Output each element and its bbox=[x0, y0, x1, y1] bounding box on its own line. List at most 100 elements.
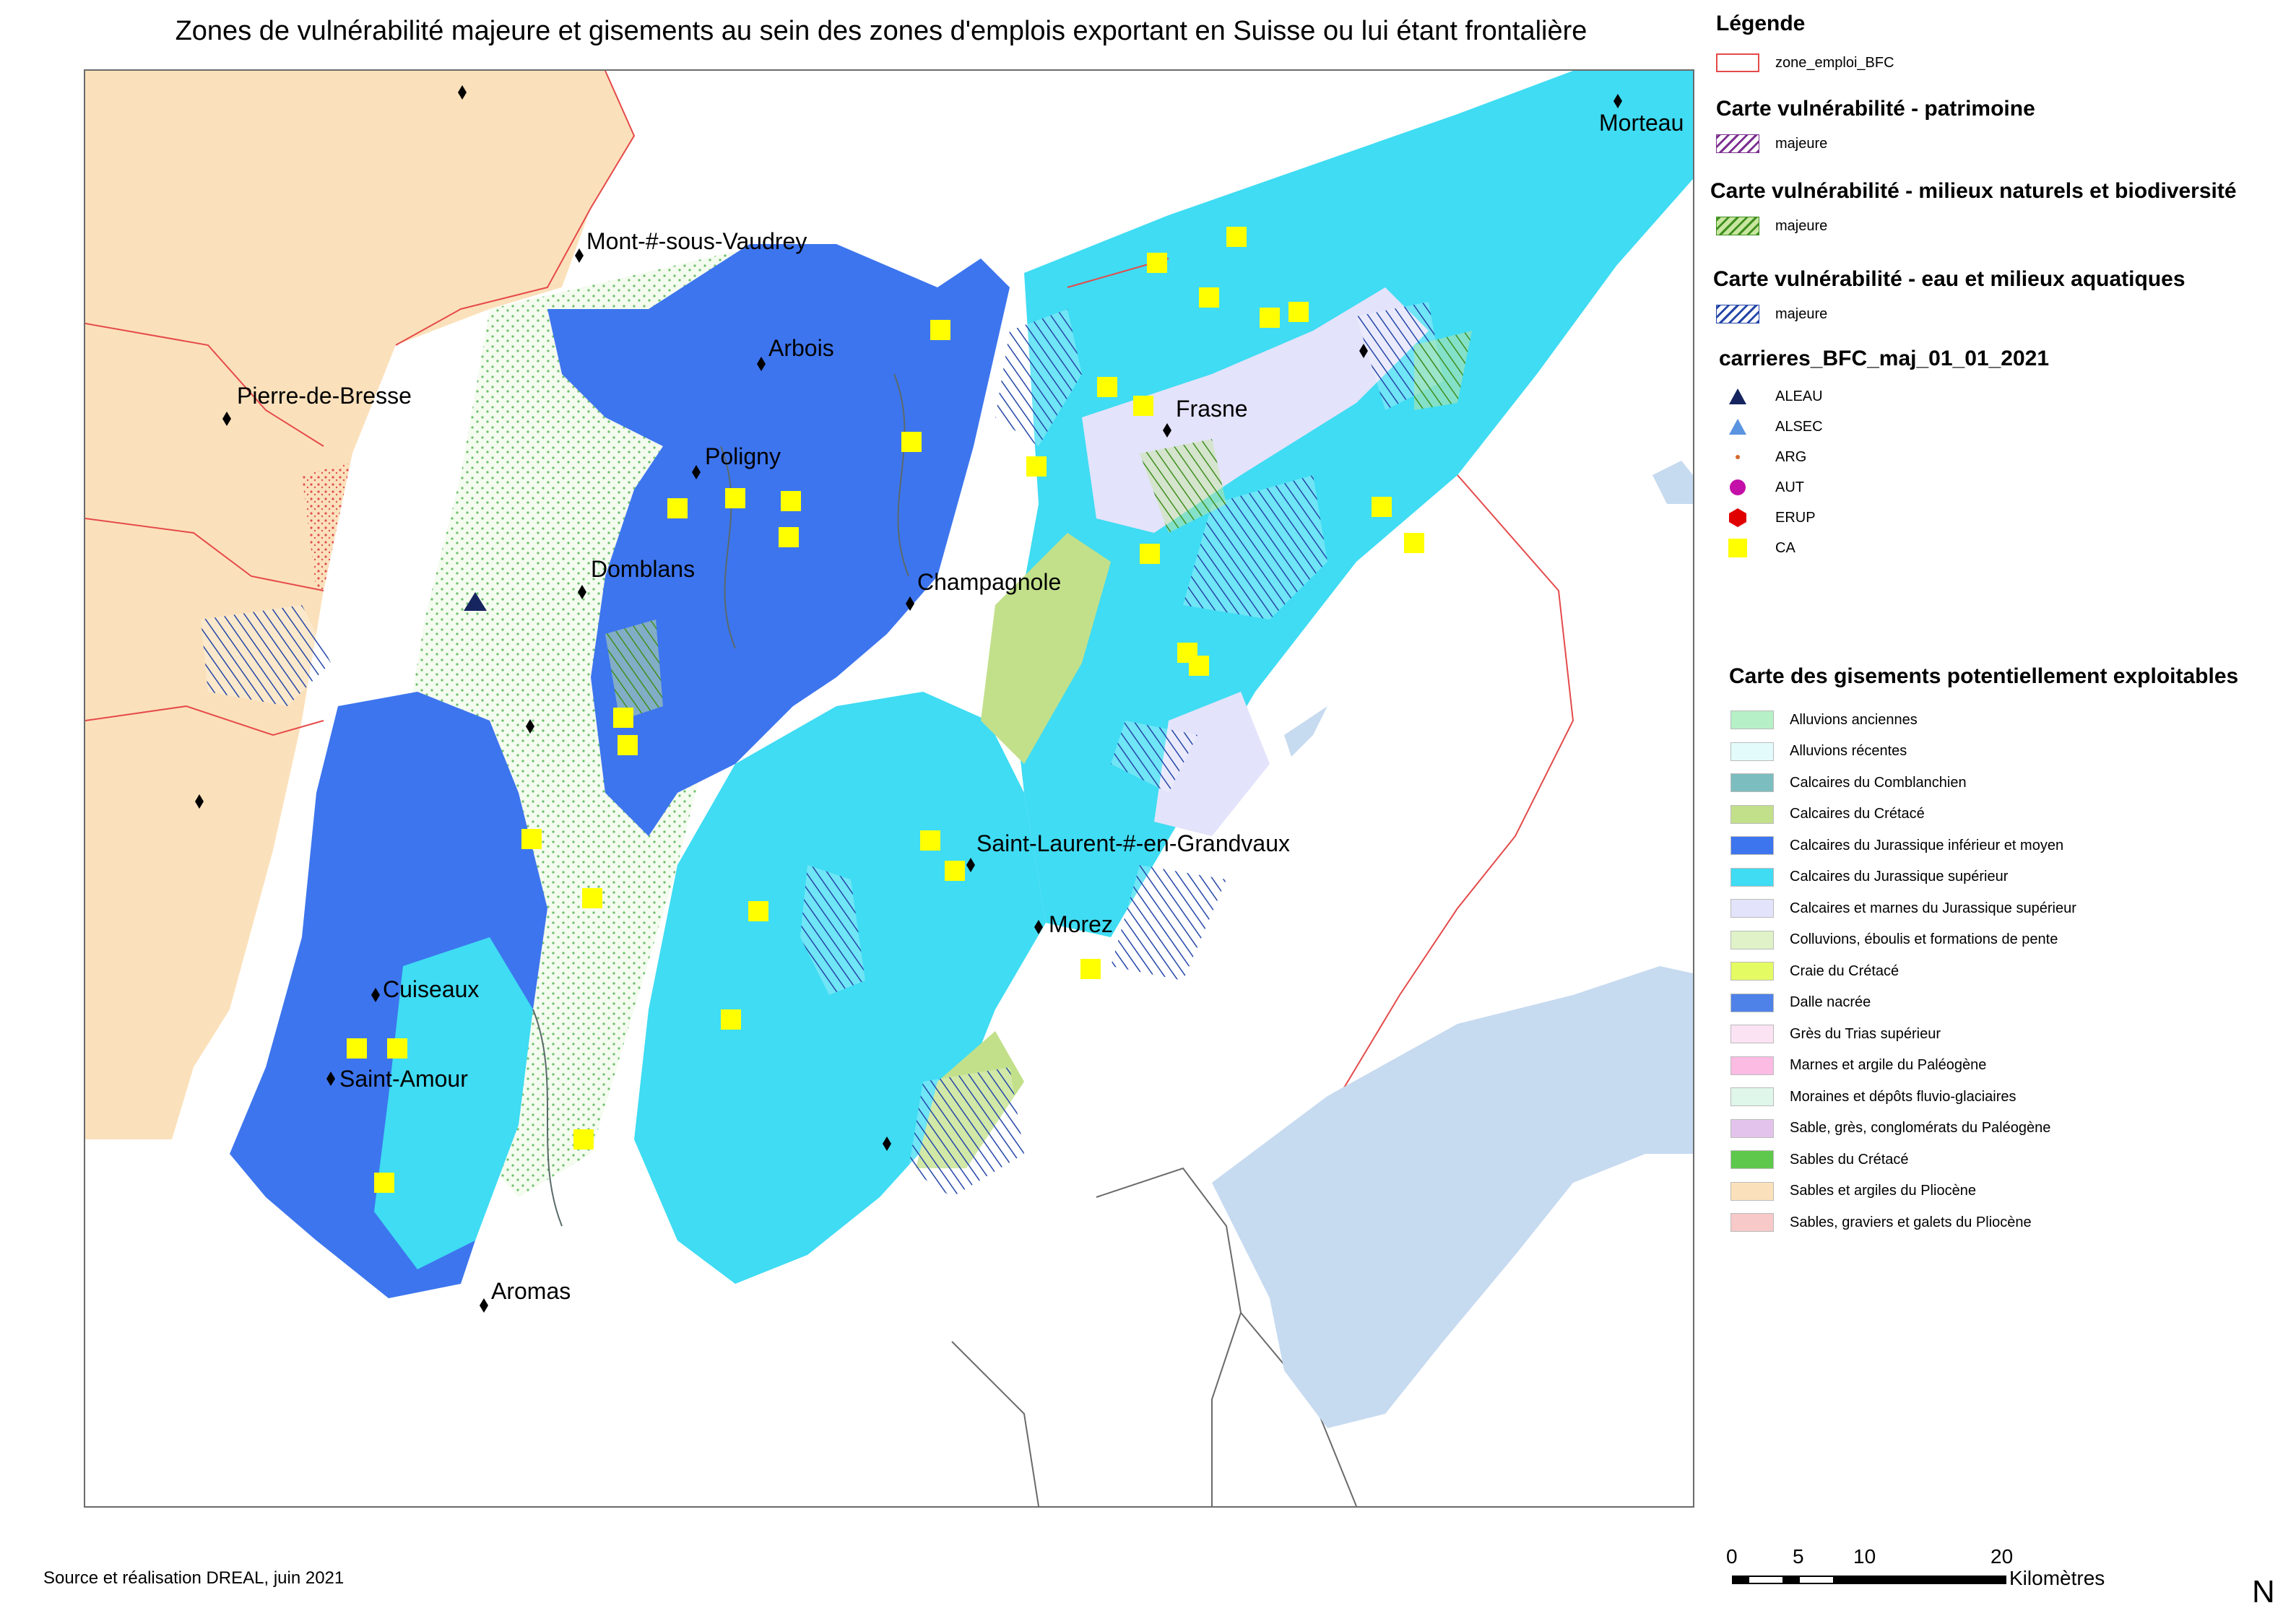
legend-label: Marnes et argile du Paléogène bbox=[1790, 1057, 1987, 1073]
map-frame[interactable]: Mont-#-sous-Vaudrey Pierre-de-Bresse Arb… bbox=[84, 69, 1694, 1508]
legend-item-gisement: Calcaires du Jurassique supérieur bbox=[1730, 867, 2009, 887]
legend-item-ca: CA bbox=[1716, 537, 1795, 559]
ca-quarry-marker bbox=[374, 1173, 394, 1193]
ca-quarry-marker bbox=[945, 861, 965, 881]
gisement-swatch bbox=[1730, 742, 1774, 761]
city-label: Domblans bbox=[591, 556, 696, 582]
ca-quarry-marker bbox=[387, 1038, 407, 1059]
legend-label: Moraines et dépôts fluvio-glaciaires bbox=[1790, 1088, 2016, 1105]
small-dot-icon bbox=[1716, 446, 1759, 468]
triangle-icon bbox=[1716, 416, 1759, 438]
hexagon-icon bbox=[1716, 507, 1759, 529]
ca-quarry-marker bbox=[1260, 308, 1280, 328]
gisement-swatch bbox=[1730, 710, 1774, 729]
ca-quarry-marker bbox=[930, 320, 950, 340]
map-canvas bbox=[85, 71, 1693, 1506]
ca-quarry-marker bbox=[1097, 377, 1117, 397]
city-label: Arbois bbox=[768, 335, 834, 361]
ca-quarry-marker bbox=[582, 888, 602, 908]
gisement-swatch bbox=[1730, 1025, 1774, 1043]
gisement-swatch bbox=[1730, 993, 1774, 1012]
scale-tick-label: 20 bbox=[1990, 1545, 2014, 1568]
legend-item-gisement: Sables du Crétacé bbox=[1730, 1150, 1909, 1169]
circle-icon bbox=[1716, 477, 1759, 498]
legend-label: Craie du Crétacé bbox=[1790, 962, 1899, 979]
city-label: Cuiseaux bbox=[383, 976, 480, 1002]
legend-label: Calcaires du Crétacé bbox=[1790, 806, 1925, 822]
legend-label: ALEAU bbox=[1775, 388, 1823, 404]
north-arrow-label: N bbox=[2252, 1574, 2275, 1609]
ca-quarry-marker bbox=[667, 498, 688, 518]
ca-quarry-marker bbox=[721, 1009, 741, 1030]
gisement-swatch bbox=[1730, 773, 1774, 792]
ca-quarry-marker bbox=[1404, 533, 1424, 553]
city-label: Saint-Laurent-#-en-Grandvaux bbox=[976, 830, 1291, 856]
ca-quarry-marker bbox=[781, 491, 801, 511]
legend-item-eau: majeure bbox=[1716, 305, 1827, 323]
legend-item-gisement: Calcaires du Comblanchien bbox=[1730, 773, 1967, 792]
legend-label: ERUP bbox=[1775, 509, 1816, 526]
ca-quarry-marker bbox=[1080, 959, 1101, 979]
legend-section-title: Carte des gisements potentiellement expl… bbox=[1729, 664, 2239, 688]
scale-unit: Kilomètres bbox=[2009, 1567, 2105, 1589]
gisement-swatch bbox=[1730, 962, 1774, 981]
city-label: Saint-Amour bbox=[339, 1066, 468, 1092]
legend-item-gisement: Marnes et argile du Paléogène bbox=[1730, 1056, 1986, 1075]
gisement-swatch bbox=[1730, 1213, 1774, 1232]
city-label: Poligny bbox=[705, 443, 781, 469]
legend-item-gisement: Alluvions récentes bbox=[1730, 742, 1907, 761]
ca-quarry-marker bbox=[1140, 544, 1160, 564]
legend-item-gisement: Calcaires et marnes du Jurassique supéri… bbox=[1730, 899, 2076, 918]
gisement-swatch bbox=[1730, 1150, 1774, 1169]
hatch-swatch bbox=[1716, 134, 1759, 153]
hatch-swatch bbox=[1716, 305, 1759, 323]
legend-item-zone-emploi: zone_emploi_BFC bbox=[1716, 53, 1894, 72]
ca-quarry-marker bbox=[1372, 497, 1392, 517]
legend-label: Calcaires du Jurassique inférieur et moy… bbox=[1790, 837, 2064, 853]
scale-bar-graphic bbox=[1732, 1576, 2006, 1584]
legend-item-arg: ARG bbox=[1716, 446, 1806, 468]
legend-item-erup: ERUP bbox=[1716, 507, 1816, 529]
legend-label: AUT bbox=[1775, 479, 1804, 495]
city-label: Pierre-de-Bresse bbox=[237, 383, 412, 409]
legend-item-gisement: Calcaires du Crétacé bbox=[1730, 804, 1925, 824]
gisement-swatch bbox=[1730, 930, 1774, 949]
legend-label: Dalle nacrée bbox=[1790, 994, 1871, 1010]
legend-item-gisement: Sables et argiles du Pliocène bbox=[1730, 1181, 1976, 1201]
legend-label: Grès du Trias supérieur bbox=[1790, 1025, 1941, 1042]
ca-quarry-marker bbox=[779, 527, 799, 547]
ca-quarry-marker bbox=[1199, 287, 1219, 308]
legend-section-title: carrieres_BFC_maj_01_01_2021 bbox=[1719, 347, 2050, 370]
ca-quarry-marker bbox=[901, 432, 922, 452]
zone-emploi-swatch bbox=[1716, 53, 1759, 72]
gisement-swatch bbox=[1730, 804, 1774, 824]
ca-quarry-marker bbox=[1189, 656, 1209, 676]
gisement-swatch bbox=[1730, 1056, 1774, 1075]
legend-label: ALSEC bbox=[1775, 418, 1823, 435]
scale-tick-label: 0 bbox=[1726, 1545, 1738, 1568]
square-icon bbox=[1716, 537, 1759, 559]
legend-label: zone_emploi_BFC bbox=[1775, 54, 1894, 71]
ca-quarry-marker bbox=[748, 901, 768, 921]
legend-item-aleau: ALEAU bbox=[1716, 386, 1823, 407]
city-label: Frasne bbox=[1176, 396, 1248, 422]
ca-quarry-marker bbox=[521, 829, 542, 849]
legend-item-alsec: ALSEC bbox=[1716, 416, 1823, 438]
legend-label: majeure bbox=[1775, 217, 1828, 234]
ca-quarry-marker bbox=[347, 1038, 367, 1059]
legend-label: Sables, graviers et galets du Pliocène bbox=[1790, 1214, 2032, 1230]
gisement-swatch bbox=[1730, 867, 1774, 887]
legend-item-gisement: Moraines et dépôts fluvio-glaciaires bbox=[1730, 1087, 2016, 1106]
source-credit: Source et réalisation DREAL, juin 2021 bbox=[43, 1568, 345, 1588]
city-label: Morteau bbox=[1599, 110, 1684, 136]
ca-quarry-marker bbox=[1147, 253, 1167, 273]
vuln-eau-zone-5 bbox=[909, 1067, 1024, 1197]
legend-item-aut: AUT bbox=[1716, 477, 1804, 498]
gisement-swatch bbox=[1730, 1087, 1774, 1106]
hatch-swatch bbox=[1716, 217, 1759, 235]
city-label: Aromas bbox=[491, 1278, 571, 1304]
legend-item-gisement: Sable, grès, conglomérats du Paléogène bbox=[1730, 1118, 2050, 1138]
legend-label: Calcaires du Jurassique supérieur bbox=[1790, 869, 2009, 885]
city-label: Champagnole bbox=[917, 569, 1062, 595]
gisement-swatch bbox=[1730, 836, 1774, 855]
